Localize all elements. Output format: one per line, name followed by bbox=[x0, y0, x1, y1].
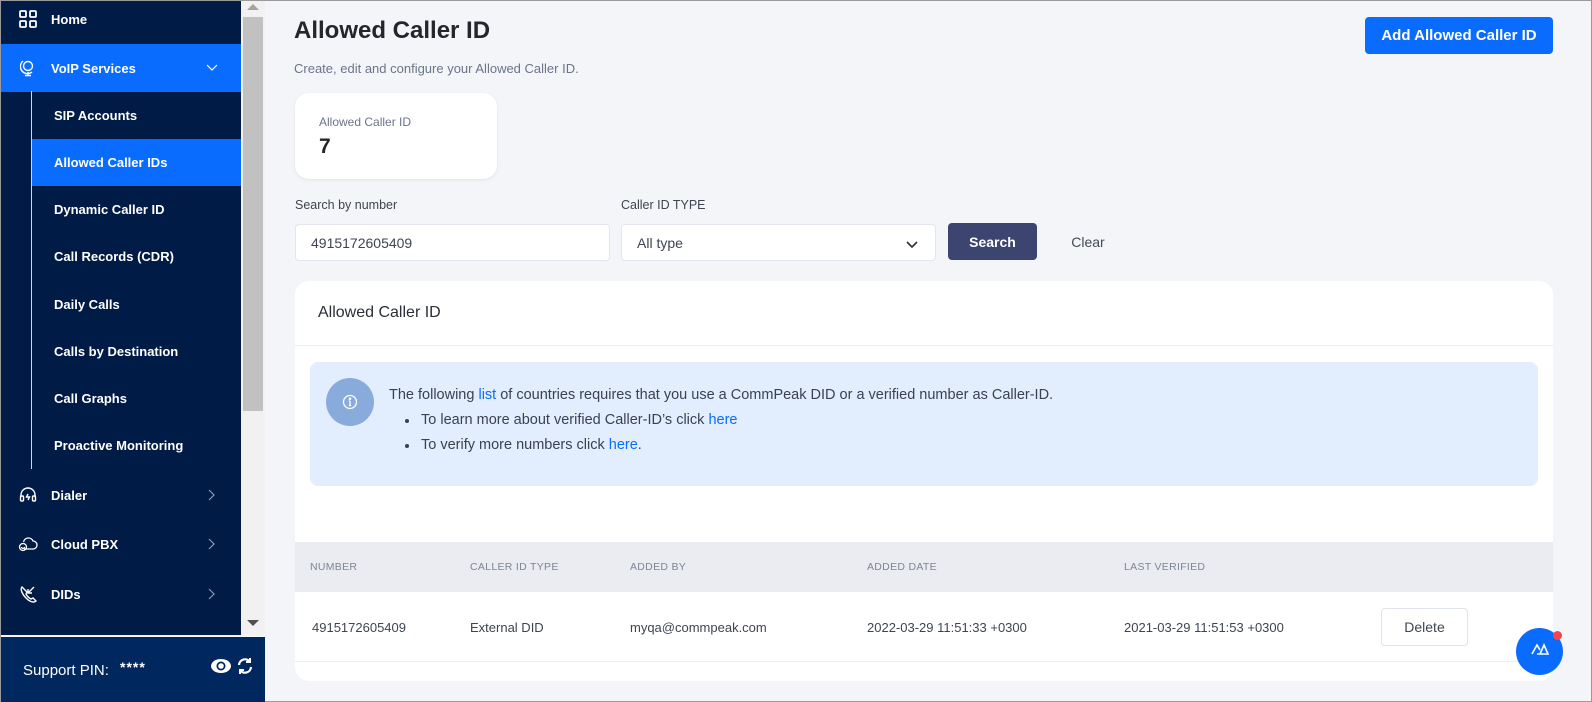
sidebar-item-call-graphs[interactable]: Call Graphs bbox=[32, 375, 241, 422]
stat-value: 7 bbox=[319, 135, 331, 158]
scroll-up-arrow-icon[interactable] bbox=[247, 4, 259, 10]
info-bullet: To verify more numbers click here. bbox=[405, 433, 1053, 458]
table-row: 4915172605409 External DID myqa@commpeak… bbox=[295, 592, 1553, 662]
eye-icon[interactable] bbox=[210, 657, 232, 675]
info-notice: The following list of countries requires… bbox=[310, 362, 1538, 486]
learn-more-link[interactable]: here bbox=[708, 412, 737, 428]
info-text-segment: of countries requires that you use a Com… bbox=[496, 387, 1054, 403]
cell-caller-id-type: External DID bbox=[470, 620, 544, 635]
clear-button[interactable]: Clear bbox=[1059, 223, 1117, 260]
headset-icon bbox=[18, 485, 38, 505]
info-text: The following list of countries requires… bbox=[389, 383, 1053, 458]
page-title: Allowed Caller ID bbox=[294, 17, 491, 44]
sidebar-item-proactive-monitoring[interactable]: Proactive Monitoring bbox=[32, 422, 241, 469]
sidebar-item-call-records[interactable]: Call Records (CDR) bbox=[32, 233, 241, 280]
add-allowed-caller-id-button[interactable]: Add Allowed Caller ID bbox=[1365, 17, 1553, 54]
search-number-input[interactable] bbox=[295, 224, 610, 261]
cell-added-by: myqa@commpeak.com bbox=[630, 620, 767, 635]
sidebar-item-label: Dialer bbox=[51, 487, 88, 503]
column-header-added-by[interactable]: ADDED BY bbox=[630, 561, 686, 573]
sidebar-item-label: Cloud PBX bbox=[51, 536, 119, 552]
sidebar-item-cloud-pbx[interactable]: Cloud PBX bbox=[1, 520, 241, 568]
sidebar-item-label: Home bbox=[51, 11, 88, 27]
sidebar-item-allowed-caller-ids[interactable]: Allowed Caller IDs bbox=[32, 139, 241, 186]
support-pin-label: Support PIN: bbox=[23, 661, 109, 679]
column-header-last-verified[interactable]: LAST VERIFIED bbox=[1124, 561, 1205, 573]
delete-button[interactable]: Delete bbox=[1381, 608, 1468, 646]
chevron-down-icon bbox=[905, 237, 919, 249]
info-text-segment: . bbox=[637, 437, 642, 453]
sidebar-item-voip-services[interactable]: VoIP Services bbox=[1, 44, 241, 92]
sidebar-item-dialer[interactable]: Dialer bbox=[1, 471, 241, 519]
column-header-added-date[interactable]: ADDED DATE bbox=[867, 561, 937, 573]
info-line: The following list of countries requires… bbox=[389, 383, 1053, 408]
select-value: All type bbox=[637, 235, 683, 251]
chevron-right-icon bbox=[205, 537, 219, 551]
verify-numbers-link[interactable]: here bbox=[609, 437, 638, 453]
info-icon bbox=[326, 378, 374, 426]
info-text-segment: To learn more about verified Caller-ID’s… bbox=[421, 412, 709, 428]
sidebar-item-label: VoIP Services bbox=[51, 60, 136, 76]
stat-label: Allowed Caller ID bbox=[319, 115, 412, 129]
sidebar-item-label: DIDs bbox=[51, 586, 81, 602]
sidebar-item-calls-by-destination[interactable]: Calls by Destination bbox=[32, 328, 241, 375]
divider bbox=[295, 345, 1553, 346]
cell-last-verified: 2021-03-29 11:51:53 +0300 bbox=[1124, 620, 1284, 635]
scroll-down-arrow-icon[interactable] bbox=[247, 620, 259, 626]
info-bullet: To learn more about verified Caller-ID’s… bbox=[405, 408, 1053, 433]
support-pin-value: **** bbox=[120, 659, 146, 675]
sidebar-item-dynamic-caller-id[interactable]: Dynamic Caller ID bbox=[32, 186, 241, 233]
chevron-right-icon bbox=[205, 587, 219, 601]
chat-logo-icon bbox=[1530, 642, 1549, 661]
refresh-icon[interactable] bbox=[236, 656, 254, 676]
panel-title: Allowed Caller ID bbox=[318, 304, 441, 321]
globe-icon bbox=[18, 58, 38, 78]
cloud-phone-icon bbox=[18, 534, 38, 554]
caller-id-type-select[interactable]: All type bbox=[621, 224, 936, 261]
countries-list-link[interactable]: list bbox=[478, 387, 496, 403]
column-header-caller-id-type[interactable]: CALLER ID TYPE bbox=[470, 561, 559, 573]
sidebar-item-sip-accounts[interactable]: SIP Accounts bbox=[32, 92, 241, 139]
info-text-segment: To verify more numbers click bbox=[421, 437, 609, 453]
sidebar: Home VoIP Services SIP Accounts Allowed … bbox=[1, 1, 241, 635]
scrollbar-thumb[interactable] bbox=[243, 17, 263, 411]
chevron-right-icon bbox=[205, 488, 219, 502]
allowed-caller-id-panel: Allowed Caller ID The following list of … bbox=[295, 281, 1553, 681]
sidebar-item-daily-calls[interactable]: Daily Calls bbox=[32, 281, 241, 328]
incoming-call-icon bbox=[18, 584, 38, 604]
notification-dot bbox=[1553, 631, 1562, 640]
table-header: NUMBER CALLER ID TYPE ADDED BY ADDED DAT… bbox=[295, 542, 1553, 592]
search-button[interactable]: Search bbox=[948, 223, 1037, 260]
support-pin-bar: Support PIN: **** bbox=[1, 637, 265, 702]
column-header-number[interactable]: NUMBER bbox=[310, 561, 357, 573]
sidebar-item-dids[interactable]: DIDs bbox=[1, 570, 241, 618]
grid-icon bbox=[18, 9, 38, 29]
caller-id-type-label: Caller ID TYPE bbox=[621, 198, 706, 212]
cell-number: 4915172605409 bbox=[312, 620, 406, 635]
chevron-down-icon bbox=[205, 61, 219, 75]
search-by-number-label: Search by number bbox=[295, 198, 398, 212]
stat-card: Allowed Caller ID 7 bbox=[295, 93, 497, 179]
sidebar-scrollbar[interactable] bbox=[241, 1, 265, 635]
sidebar-item-home[interactable]: Home bbox=[1, 1, 241, 43]
page-subtitle: Create, edit and configure your Allowed … bbox=[294, 61, 579, 76]
info-text-segment: The following bbox=[389, 387, 479, 403]
cell-added-date: 2022-03-29 11:51:33 +0300 bbox=[867, 620, 1027, 635]
info-bullets: To learn more about verified Caller-ID’s… bbox=[389, 408, 1053, 458]
